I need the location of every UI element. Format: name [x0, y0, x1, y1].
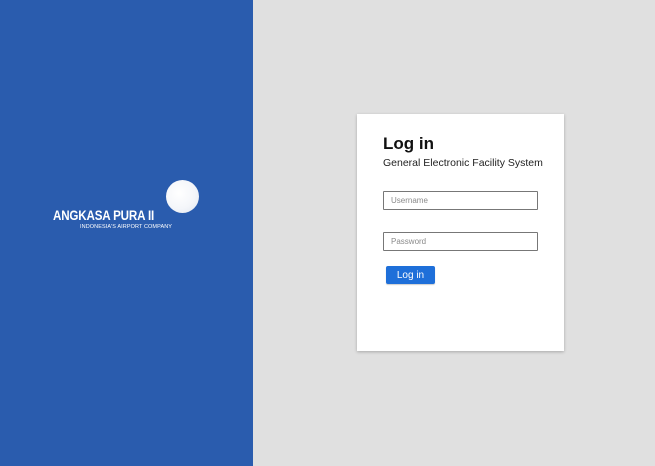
- username-input[interactable]: [383, 191, 538, 210]
- login-page: ANGKASA PURA II INDONESIA'S AIRPORT COMP…: [0, 0, 655, 466]
- login-button[interactable]: Log in: [386, 266, 435, 284]
- logo-circle-icon: [166, 180, 199, 213]
- company-logo: ANGKASA PURA II INDONESIA'S AIRPORT COMP…: [53, 180, 203, 235]
- login-subtitle: General Electronic Facility System: [383, 157, 543, 169]
- logo-tagline: INDONESIA'S AIRPORT COMPANY: [80, 224, 173, 230]
- login-title: Log in: [383, 134, 434, 153]
- login-card: Log in General Electronic Facility Syste…: [357, 114, 564, 351]
- logo-name: ANGKASA PURA II: [53, 208, 155, 223]
- form-panel: Log in General Electronic Facility Syste…: [253, 0, 655, 466]
- brand-panel: ANGKASA PURA II INDONESIA'S AIRPORT COMP…: [0, 0, 253, 466]
- password-input[interactable]: [383, 232, 538, 251]
